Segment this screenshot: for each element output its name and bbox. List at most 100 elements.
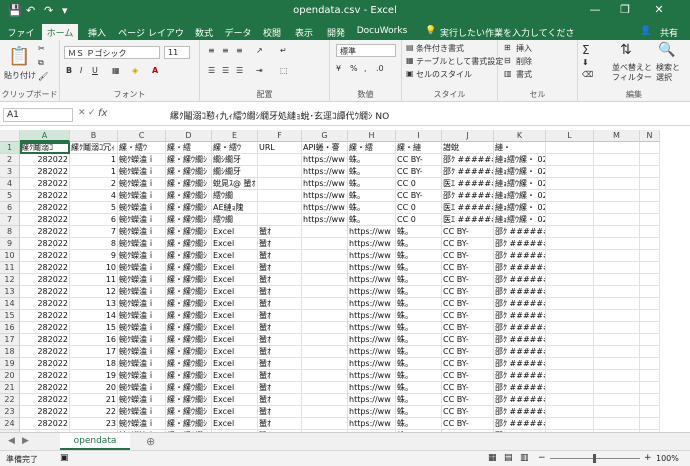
cell[interactable]: Excel [212, 358, 258, 370]
cell[interactable]: 蜑ｵ [258, 250, 302, 262]
cell[interactable] [302, 394, 348, 406]
share-button[interactable]: 共有 [654, 24, 684, 40]
cell[interactable] [640, 346, 660, 358]
cell[interactable]: 5 [70, 202, 118, 214]
tab-data[interactable]: データ [222, 24, 254, 40]
bold-button[interactable]: B [66, 66, 72, 75]
format-cells-button[interactable]: 書式 [516, 69, 532, 80]
cell[interactable] [640, 178, 660, 190]
add-sheet-icon[interactable]: ⊕ [146, 435, 155, 448]
cell[interactable]: 282022 [20, 250, 70, 262]
cell[interactable]: https://ww [302, 202, 348, 214]
cell[interactable]: 縺ｮ繧ｳ縲・ 020/09/02 [494, 190, 546, 202]
insert-function-button[interactable]: fx [98, 108, 107, 119]
cell[interactable]: 蜿ｸ蠑溘ｉ [118, 382, 166, 394]
column-header-g[interactable]: G [302, 130, 348, 142]
cell[interactable]: 18 [70, 358, 118, 370]
cell[interactable]: CC 0 [396, 178, 442, 190]
cell[interactable]: 縲・縲ｳ繝ｼ [166, 154, 212, 166]
row-header[interactable]: 15 [0, 310, 20, 322]
align-top-icon[interactable]: ≡ [208, 46, 215, 55]
cell[interactable]: https://ww [348, 286, 396, 298]
cell[interactable]: 蛻晁ｽ@ 蜑ｵ [212, 178, 258, 190]
cell[interactable]: 蛛。 [348, 190, 396, 202]
cell[interactable]: 縲・縲ｳ繝ｼ [166, 202, 212, 214]
cell[interactable]: 蛛。 [396, 334, 442, 346]
clear-icon[interactable]: ⌫ [582, 70, 593, 79]
customize-qat-icon[interactable]: ▾ [62, 4, 68, 17]
cell[interactable] [546, 214, 594, 226]
cell[interactable]: Excel [212, 310, 258, 322]
tab-developer[interactable]: 開発 [322, 24, 350, 40]
cell[interactable]: 縲・縲ｳ繝ｼ [166, 286, 212, 298]
cell[interactable]: 7 [70, 226, 118, 238]
cell[interactable]: Excel [212, 286, 258, 298]
row-header[interactable]: 23 [0, 406, 20, 418]
cell[interactable]: 蜿ｸ蠑溘ｉ [118, 214, 166, 226]
cell[interactable] [594, 358, 640, 370]
cell[interactable]: 蜿ｸ蠑溘ｉ [118, 406, 166, 418]
cell[interactable]: 邵ｸ ######## 017/12 [494, 322, 546, 334]
cell[interactable]: 蜿ｸ蠑溘ｉ [118, 394, 166, 406]
row-header[interactable]: 14 [0, 298, 20, 310]
cell[interactable]: 蜑ｵ [258, 310, 302, 322]
cell[interactable] [594, 250, 640, 262]
cell[interactable]: 繧ｳ繝 [212, 214, 258, 226]
cell[interactable] [546, 346, 594, 358]
cell[interactable] [546, 166, 594, 178]
cell[interactable] [546, 154, 594, 166]
border-icon[interactable]: ▦ [112, 66, 120, 75]
cell[interactable]: 蜿ｸ蠑溘ｉ [118, 238, 166, 250]
cell[interactable]: Excel [212, 394, 258, 406]
cell[interactable] [640, 406, 660, 418]
cell[interactable]: 蛛。 [396, 250, 442, 262]
number-format-select[interactable]: 標準 [336, 44, 396, 57]
cell[interactable]: https://ww [302, 214, 348, 226]
cell[interactable]: 蜿ｸ蠑溘ｉ [118, 298, 166, 310]
cell[interactable] [640, 382, 660, 394]
cell[interactable] [594, 178, 640, 190]
cell[interactable] [640, 298, 660, 310]
tab-formulas[interactable]: 数式 [190, 24, 218, 40]
tab-page-layout[interactable]: ページ レイアウト [116, 24, 186, 52]
cell[interactable] [640, 250, 660, 262]
cell[interactable]: 縲・縲ｳ繝ｼ [166, 310, 212, 322]
next-sheet-icon[interactable]: ▶ [22, 436, 29, 446]
cell[interactable]: 邵ｸ ######## 017/12 [494, 358, 546, 370]
row-header[interactable]: 5 [0, 190, 20, 202]
cell[interactable]: 282022 [20, 190, 70, 202]
cell[interactable]: 蛛。 [396, 370, 442, 382]
cell[interactable]: API蜷・謇 [302, 142, 348, 154]
row-header[interactable]: 18 [0, 346, 20, 358]
cell[interactable]: https://ww [302, 154, 348, 166]
cell[interactable] [594, 286, 640, 298]
cell[interactable]: CC BY- [442, 250, 494, 262]
cell[interactable] [640, 370, 660, 382]
cell[interactable]: Excel [212, 250, 258, 262]
cell[interactable]: CC BY- [442, 262, 494, 274]
tab-home[interactable]: ホーム [42, 24, 78, 40]
cell[interactable]: 22 [70, 406, 118, 418]
row-header[interactable]: 13 [0, 286, 20, 298]
align-middle-icon[interactable]: ≡ [222, 46, 229, 55]
cell[interactable]: 縲・縲ｳ繝ｼ [166, 226, 212, 238]
cell[interactable] [594, 394, 640, 406]
cell[interactable]: Excel [212, 334, 258, 346]
cell[interactable] [594, 154, 640, 166]
row-header[interactable]: 20 [0, 370, 20, 382]
cell[interactable]: https://ww [348, 226, 396, 238]
save-icon[interactable]: 💾 [8, 4, 22, 17]
cell[interactable] [594, 310, 640, 322]
comma-icon[interactable]: , [364, 64, 367, 73]
cell[interactable]: CC 0 [396, 214, 442, 226]
cell[interactable] [258, 178, 302, 190]
cell[interactable]: 縲・縲ｳ繝ｼ [166, 250, 212, 262]
cell[interactable]: CC BY- [442, 286, 494, 298]
cell[interactable]: 縲・縲ｳ繝ｼ [166, 406, 212, 418]
cell[interactable] [640, 238, 660, 250]
cell[interactable] [546, 250, 594, 262]
cell[interactable]: Excel [212, 262, 258, 274]
cell[interactable]: https://ww [302, 178, 348, 190]
cell[interactable] [640, 190, 660, 202]
cell[interactable]: 邵ｸ ######## 018/02 [494, 418, 546, 430]
